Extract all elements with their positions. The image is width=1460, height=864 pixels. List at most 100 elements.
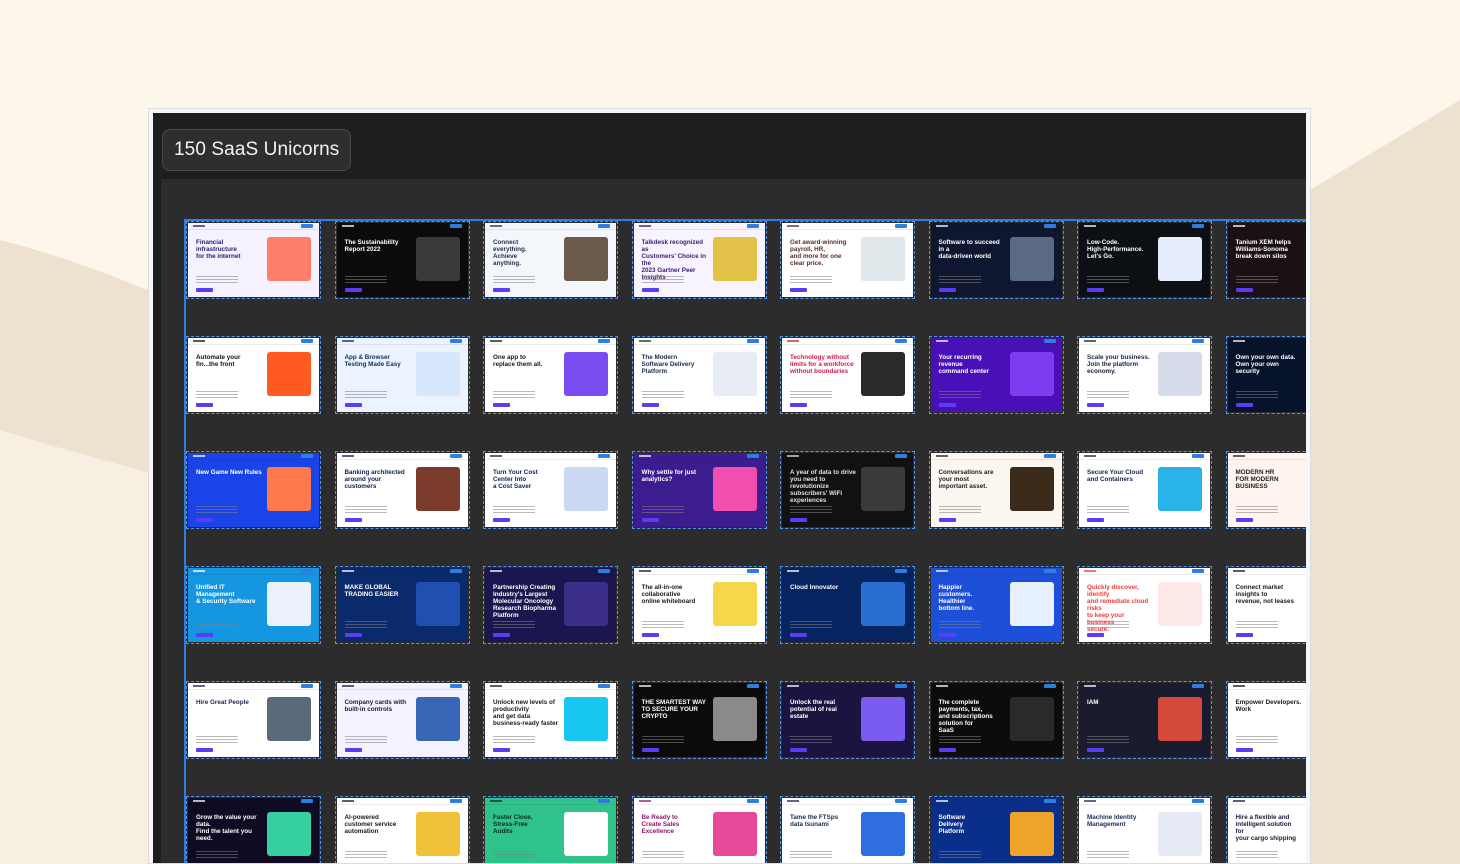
thumbnail-body-text — [790, 621, 832, 630]
thumbnail-headline: The complete payments, tax, and subscrip… — [938, 699, 993, 734]
thumbnail-body-text — [1087, 736, 1129, 745]
website-thumbnail[interactable]: Your recurring revenue command center — [928, 336, 1064, 414]
thumbnail-body-text — [790, 391, 832, 400]
thumbnail-navbar — [188, 798, 319, 805]
website-thumbnail[interactable]: Turn Your Cost Center Into a Cost Saver — [483, 451, 618, 529]
thumbnail-hero-image — [564, 582, 608, 626]
thumbnail-body-text — [344, 391, 387, 400]
board-title[interactable]: 150 SaaS Unicorns — [162, 129, 352, 171]
thumbnail-hero-image — [267, 697, 311, 741]
thumbnail-cta-button — [493, 403, 510, 407]
website-thumbnail[interactable]: Faster Close, Stress-Free Audits — [483, 796, 618, 863]
thumbnail-headline: Cloud Innovator — [790, 584, 839, 591]
thumbnail-body-text — [1087, 276, 1129, 285]
website-thumbnail[interactable]: Quickly discover, identify and remediate… — [1077, 566, 1212, 644]
website-thumbnail[interactable]: The all-in-one collaborative online whit… — [631, 566, 767, 644]
thumbnail-headline: Scale your business. Join the platform e… — [1087, 354, 1150, 375]
website-thumbnail[interactable]: MAKE GLOBAL TRADING EASIER — [334, 566, 470, 644]
website-thumbnail[interactable]: Unified IT Management & Security Softwar… — [186, 566, 321, 644]
thumbnail-headline: MODERN HR FOR MODERN BUSINESS — [1235, 469, 1279, 490]
thumbnail-body-text — [1087, 851, 1129, 860]
website-thumbnail[interactable]: Software Delivery Platform — [928, 796, 1064, 863]
website-thumbnail[interactable]: Connect market insights to revenue, not … — [1225, 566, 1306, 644]
website-thumbnail[interactable]: Cloud Innovator — [780, 566, 915, 644]
website-thumbnail[interactable]: The complete payments, tax, and subscrip… — [928, 681, 1064, 759]
thumbnail-body-text — [196, 851, 238, 860]
website-thumbnail[interactable]: Be Ready to Create Sales Excellence — [631, 796, 767, 863]
thumbnail-navbar — [633, 453, 765, 460]
website-thumbnail[interactable]: Hire Great People — [186, 681, 321, 759]
website-thumbnail[interactable]: THE SMARTEST WAY TO SECURE YOUR CRYPTO — [631, 681, 767, 759]
thumbnail-body-text — [493, 621, 535, 630]
website-thumbnail[interactable]: Connect everything. Achieve anything. — [483, 221, 618, 299]
website-thumbnail[interactable]: Financial infrastructure for the interne… — [186, 221, 321, 299]
thumbnail-headline: Partnership Creating Industry's Largest … — [493, 584, 556, 619]
thumbnail-cta-button — [493, 633, 510, 637]
website-thumbnail[interactable]: Hire a flexible and intelligent solution… — [1225, 796, 1306, 863]
website-thumbnail[interactable]: Tame the FTSps data tsunami — [780, 796, 915, 863]
thumbnail-navbar — [1079, 223, 1210, 230]
website-thumbnail[interactable]: Automate your fin...the front — [186, 336, 321, 414]
website-thumbnail[interactable]: A year of data to drive you need to revo… — [780, 451, 915, 529]
thumbnail-cta-button — [196, 748, 213, 752]
thumbnail-headline: Get award-winning payroll, HR, and more … — [790, 239, 847, 267]
thumbnail-headline: Unlock the real potential of real estate — [790, 699, 837, 720]
website-thumbnail[interactable]: Own your own data. Own your own security — [1225, 336, 1306, 414]
thumbnail-cta-button — [1235, 288, 1253, 292]
website-thumbnail[interactable]: The Sustainability Report 2022 — [334, 221, 470, 299]
thumbnail-hero-image — [1009, 812, 1054, 856]
website-thumbnail[interactable]: Low-Code. High-Performance. Let's Go. — [1077, 221, 1212, 299]
selection-frame[interactable]: Financial infrastructure for the interne… — [184, 219, 1306, 863]
website-thumbnail[interactable]: Conversations are your most important as… — [928, 451, 1064, 529]
thumbnail-body-text — [493, 736, 535, 745]
website-thumbnail[interactable]: Tanium XEM helps Williams-Sonoma break d… — [1225, 221, 1306, 299]
website-thumbnail[interactable]: Happier customers. Healthier bottom line… — [928, 566, 1064, 644]
thumbnail-cta-button — [1087, 633, 1104, 637]
website-thumbnail[interactable]: Technology without limits for a workforc… — [780, 336, 915, 414]
board-panel: 150 SaaS Unicorns Financial infrastructu… — [153, 113, 1306, 863]
website-thumbnail[interactable]: Why settle for just analytics? — [631, 451, 767, 529]
website-thumbnail[interactable]: Software to succeed in a data-driven wor… — [928, 221, 1064, 299]
thumbnail-hero-image — [1158, 237, 1202, 281]
website-thumbnail[interactable]: MODERN HR FOR MODERN BUSINESS — [1225, 451, 1306, 529]
website-thumbnail[interactable]: Secure Your Cloud and Containers — [1077, 451, 1212, 529]
thumbnail-cta-button — [641, 633, 659, 637]
thumbnail-headline: Company cards with built-in controls — [344, 699, 407, 713]
website-thumbnail[interactable]: The Modern Software Delivery Platform — [631, 336, 767, 414]
website-thumbnail[interactable]: Unlock the real potential of real estate — [780, 681, 915, 759]
thumbnail-body-text — [493, 391, 535, 400]
website-thumbnail[interactable]: Grow the value your data. Find the talen… — [186, 796, 321, 863]
thumbnail-cta-button — [1235, 633, 1253, 637]
website-thumbnail[interactable]: Empower Developers. Work — [1225, 681, 1306, 759]
website-thumbnail[interactable]: Scale your business. Join the platform e… — [1077, 336, 1212, 414]
website-thumbnail[interactable]: App & Browser Testing Made Easy — [334, 336, 470, 414]
thumbnail-cta-button — [641, 748, 659, 752]
website-thumbnail[interactable]: Get award-winning payroll, HR, and more … — [780, 221, 915, 299]
website-thumbnail[interactable]: Talkdesk recognized as Customers' Choice… — [631, 221, 767, 299]
thumbnail-hero-image — [564, 467, 608, 511]
thumbnail-headline: Grow the value your data. Find the talen… — [196, 814, 257, 842]
thumbnail-hero-image — [1158, 467, 1202, 511]
thumbnail-headline: The all-in-one collaborative online whit… — [641, 584, 696, 605]
website-thumbnail[interactable]: One app to replace them all. — [483, 336, 618, 414]
thumbnail-headline: Banking architected around your customer… — [344, 469, 405, 490]
thumbnail-navbar — [1079, 338, 1210, 345]
thumbnail-hero-image — [712, 582, 757, 626]
thumbnail-headline: One app to replace them all. — [493, 354, 543, 368]
thumbnail-navbar — [633, 568, 765, 575]
website-thumbnail[interactable]: AI-powered customer service automation — [334, 796, 470, 863]
board-canvas[interactable]: Financial infrastructure for the interne… — [161, 179, 1306, 863]
thumbnail-hero-image — [1158, 352, 1202, 396]
website-thumbnail[interactable]: IAM — [1077, 681, 1212, 759]
thumbnail-headline: Conversations are your most important as… — [938, 469, 994, 490]
thumbnail-headline: Happier customers. Healthier bottom line… — [938, 584, 975, 612]
website-thumbnail[interactable]: Partnership Creating Industry's Largest … — [483, 566, 618, 644]
thumbnail-cta-button — [1235, 403, 1253, 407]
thumbnail-cta-button — [196, 403, 213, 407]
website-thumbnail[interactable]: Unlock new levels of productivity and ge… — [483, 681, 618, 759]
thumbnail-hero-image — [415, 237, 460, 281]
website-thumbnail[interactable]: Company cards with built-in controls — [334, 681, 470, 759]
website-thumbnail[interactable]: New Game New Rules — [186, 451, 321, 529]
website-thumbnail[interactable]: Machine Identity Management — [1077, 796, 1212, 863]
website-thumbnail[interactable]: Banking architected around your customer… — [334, 451, 470, 529]
